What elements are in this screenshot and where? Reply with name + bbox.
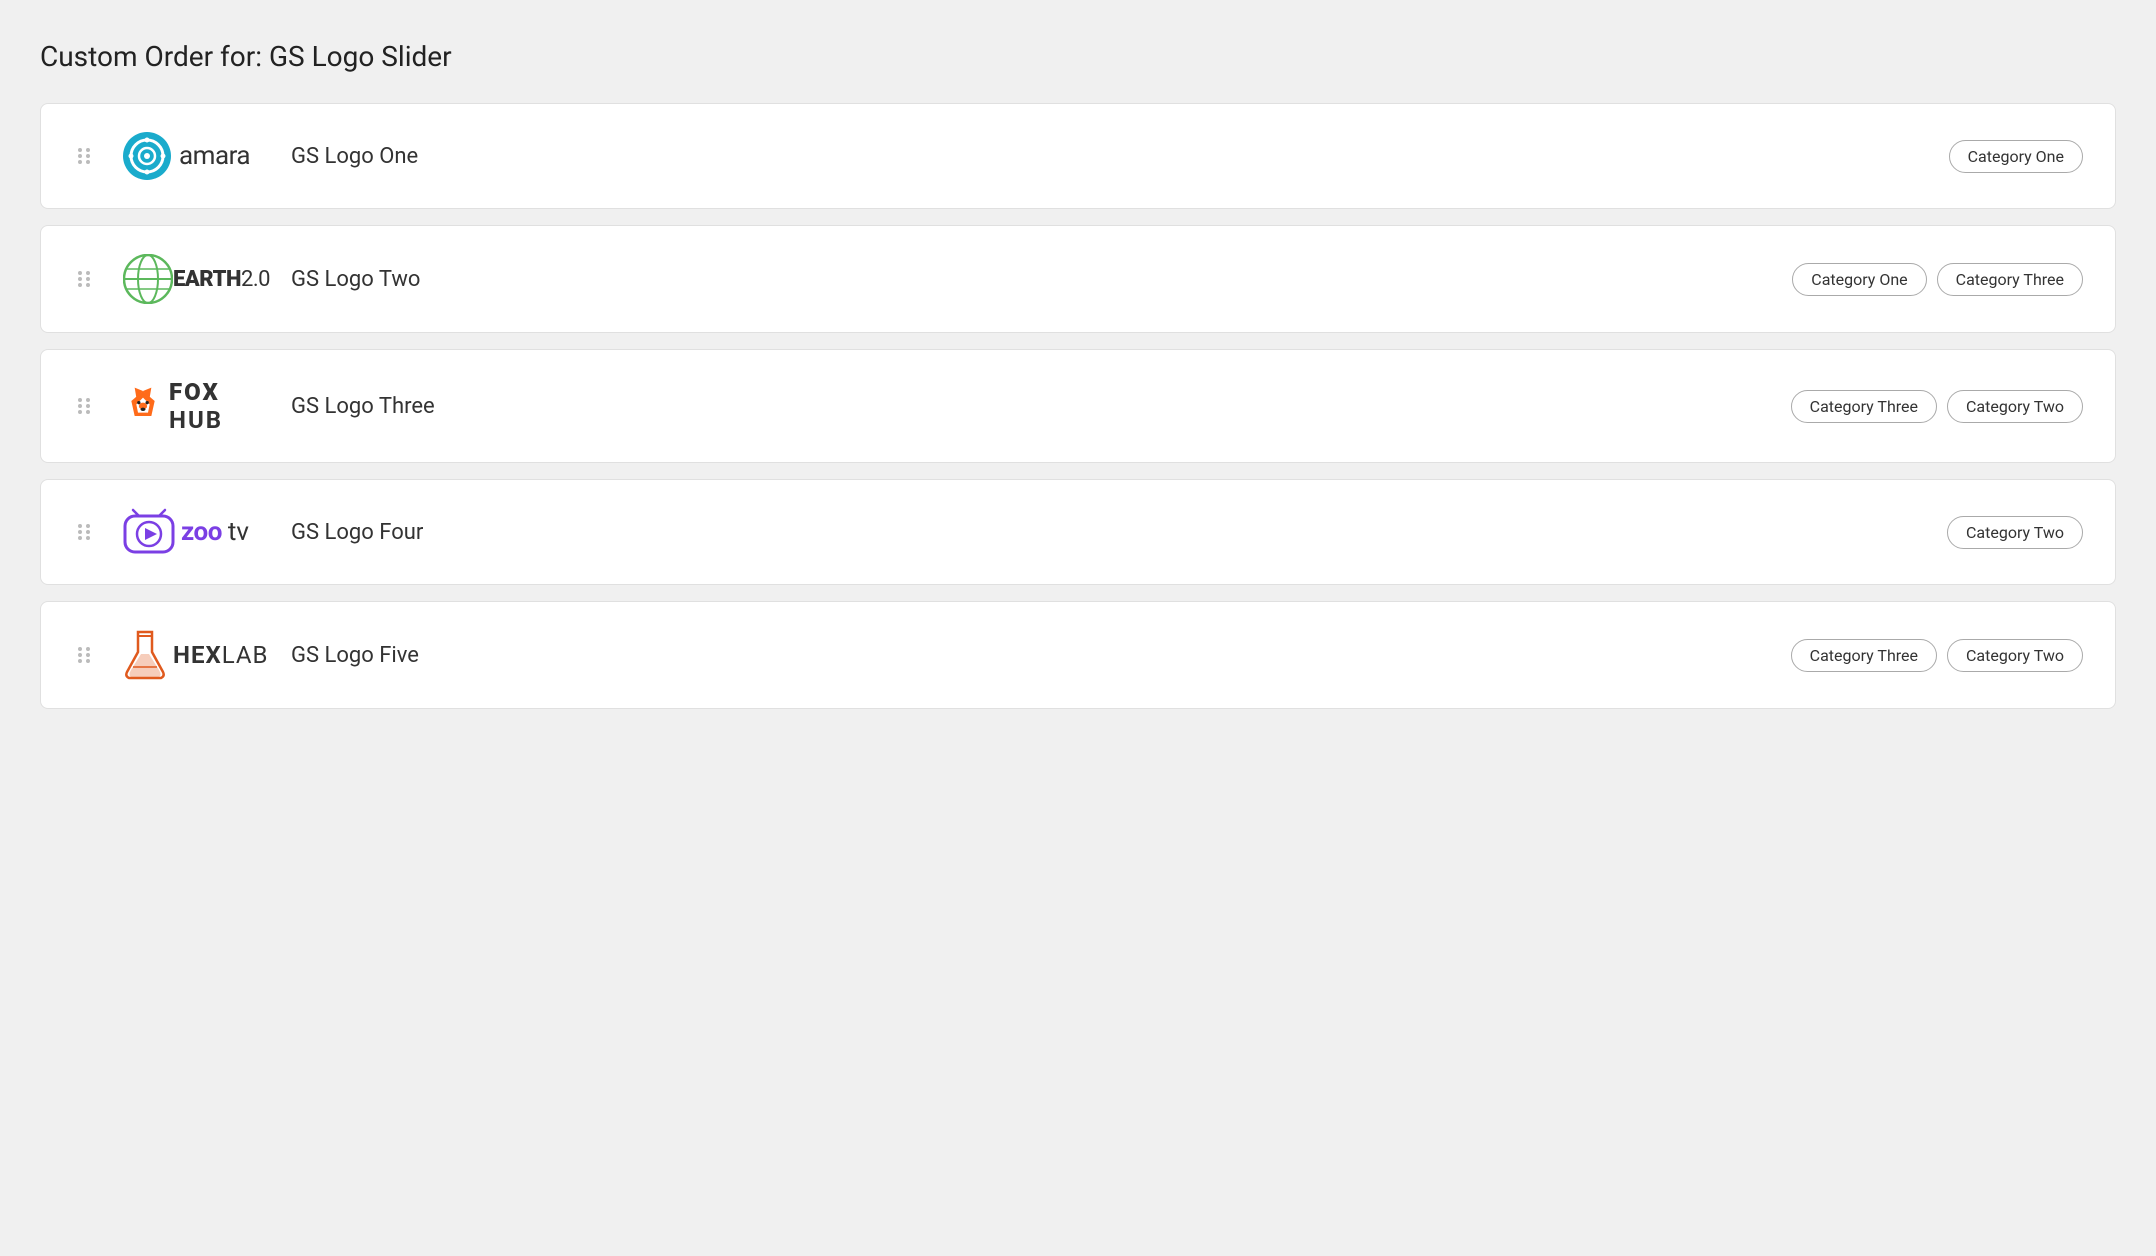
drag-handle-icon[interactable]	[73, 145, 95, 167]
category-tag: Category Three	[1937, 263, 2083, 296]
category-list: Category Two	[1947, 516, 2083, 549]
list-item: amara GS Logo One Category One	[40, 103, 2116, 209]
drag-handle-icon[interactable]	[73, 395, 95, 417]
logo-name: GS Logo Two	[291, 267, 1764, 292]
logo-name: GS Logo Three	[291, 394, 1763, 419]
drag-handle-icon[interactable]	[73, 521, 95, 543]
category-tag: Category Three	[1791, 390, 1937, 423]
logo-image: amara	[123, 132, 263, 180]
list-item: FOX HUB GS Logo Three Category Three Cat…	[40, 349, 2116, 463]
category-tag: Category Two	[1947, 516, 2083, 549]
logo-name: GS Logo Five	[291, 643, 1763, 668]
category-tag: Category Two	[1947, 390, 2083, 423]
logo-image: zootv	[123, 508, 263, 556]
logo-text-tv: tv	[228, 517, 249, 547]
list-item: HEXLAB GS Logo Five Category Three Categ…	[40, 601, 2116, 709]
drag-handle-icon[interactable]	[73, 644, 95, 666]
category-list: Category Three Category Two	[1791, 390, 2083, 423]
logo-image: FOX HUB	[123, 378, 263, 434]
logo-text-hexlab: HEXLAB	[173, 641, 268, 669]
page-title: Custom Order for: GS Logo Slider	[40, 40, 2116, 73]
logo-text-earth: EARTH2.0	[173, 267, 270, 292]
list-item: zootv GS Logo Four Category Two	[40, 479, 2116, 585]
logo-text-fox: FOX HUB	[169, 378, 263, 434]
logo-image: HEXLAB	[123, 630, 263, 680]
category-list: Category Three Category Two	[1791, 639, 2083, 672]
list-item: EARTH2.0 GS Logo Two Category One Catego…	[40, 225, 2116, 333]
category-tag: Category Three	[1791, 639, 1937, 672]
category-tag: Category One	[1949, 140, 2083, 173]
category-list: Category One	[1949, 140, 2083, 173]
category-list: Category One Category Three	[1792, 263, 2083, 296]
drag-handle-icon[interactable]	[73, 268, 95, 290]
category-tag: Category Two	[1947, 639, 2083, 672]
logo-text-zoo: zoo	[181, 517, 222, 547]
category-tag: Category One	[1792, 263, 1926, 296]
logo-image: EARTH2.0	[123, 254, 263, 304]
logo-list: amara GS Logo One Category One	[40, 103, 2116, 709]
logo-name: GS Logo One	[291, 144, 1921, 169]
logo-text-amara: amara	[179, 141, 250, 171]
logo-name: GS Logo Four	[291, 520, 1919, 545]
